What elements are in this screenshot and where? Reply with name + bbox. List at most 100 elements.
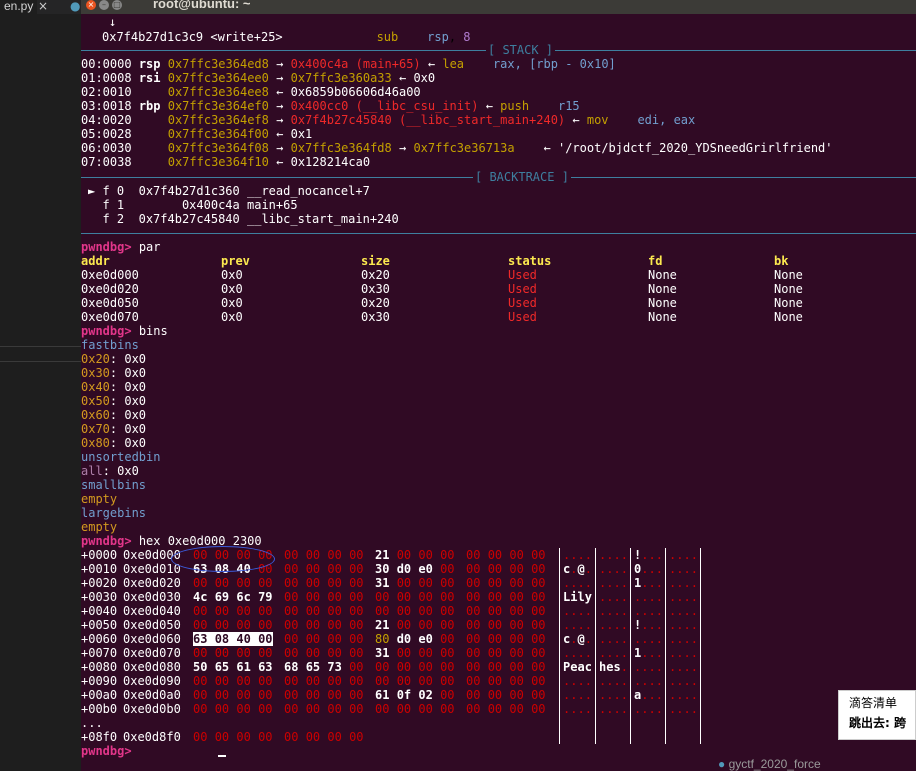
ascii-char: . [613, 590, 621, 604]
ascii-char: . [683, 548, 691, 562]
ascii-char: . [690, 548, 698, 562]
hex-byte: 00 [193, 674, 208, 688]
stack-register [139, 127, 161, 141]
hex-byte: 00 [284, 548, 299, 562]
hex-byte: 50 [193, 660, 208, 674]
hex-space [251, 688, 258, 702]
hex-byte: 00 [487, 576, 503, 590]
hex-space [524, 548, 531, 562]
hex-offset: +08f0 [81, 730, 118, 744]
fastbin-size: 0x60 [81, 408, 110, 422]
prompt: pwndbg> [81, 744, 132, 758]
terminal-window[interactable]: × – □ root@ubuntu: ~ ↓ 0x7f4b27d1c3c9 <w… [81, 0, 916, 771]
backtrace-marker: ► [88, 184, 96, 198]
close-icon[interactable]: × [38, 0, 48, 12]
editor-tab[interactable]: en.py [0, 0, 38, 14]
hex-byte: 00 [531, 702, 546, 716]
hex-offset: +0030 [81, 590, 118, 604]
par-row: 0xe0d000 0x0 0x20 Used None None [81, 268, 916, 282]
stack-value: 0x400cc0 [290, 99, 349, 113]
prompt-line-current[interactable]: pwndbg> [81, 744, 132, 758]
hex-byte: 00 [375, 702, 390, 716]
window-titlebar[interactable]: × – □ root@ubuntu: ~ [81, 0, 916, 14]
hex-byte: 00 [466, 702, 481, 716]
statusbar-filename: ● gyctf_2020_force [718, 757, 821, 771]
hex-byte: 00 [509, 688, 524, 702]
hex-group: 00 00 00 00 [375, 660, 455, 674]
stack-row: 07:0038 0x7ffc3e364f10 ← 0x128214ca0 [81, 155, 370, 169]
ascii-char: . [584, 646, 592, 660]
hex-offset: +0040 [81, 604, 118, 618]
hex-space [433, 548, 440, 562]
stack-row: 00:0000 rsp 0x7ffc3e364ed8 → 0x400c4a (m… [81, 57, 616, 71]
disasm-op2: 8 [463, 30, 471, 44]
ascii-char: . [648, 576, 656, 590]
ascii-char: . [620, 562, 628, 576]
par-column-header: addr [81, 254, 110, 268]
ascii-group: .... [563, 576, 592, 590]
hex-byte: 00 [487, 562, 503, 576]
ascii-char: . [683, 688, 691, 702]
hex-byte: 00 [305, 688, 321, 702]
ascii-group: 1... [634, 576, 663, 590]
ascii-char: . [683, 562, 691, 576]
hex-group: 00 00 00 00 [193, 702, 273, 716]
hex-byte: 65 [214, 660, 230, 674]
hex-byte: 00 [327, 548, 342, 562]
stack-offset: 04:0020 [81, 113, 132, 127]
hex-byte: 00 [509, 604, 524, 618]
hex-byte: 00 [440, 618, 455, 632]
hex-byte: e0 [418, 562, 433, 576]
hex-address: 0xe0d0b0 [123, 702, 181, 716]
hex-space [251, 660, 258, 674]
hex-space [433, 576, 440, 590]
hex-group: 63 08 40 00 [193, 632, 273, 646]
hex-byte: 00 [305, 576, 321, 590]
maximize-window-icon[interactable]: □ [112, 0, 122, 10]
par-cell: Used [508, 310, 537, 324]
all-value: 0x0 [117, 464, 139, 478]
close-window-icon[interactable]: × [86, 0, 96, 10]
hex-byte: 00 [531, 618, 546, 632]
hex-byte: 00 [396, 702, 412, 716]
hex-byte: 00 [487, 604, 503, 618]
ascii-char: . [655, 618, 663, 632]
hex-space [251, 618, 258, 632]
hex-space [342, 632, 349, 646]
stack-register [139, 155, 161, 169]
hex-byte: 00 [258, 604, 273, 618]
hex-byte: 00 [466, 674, 481, 688]
hex-group: 00 00 00 00 [466, 660, 546, 674]
hex-byte: 00 [193, 618, 208, 632]
fastbin-size: 0x50 [81, 394, 110, 408]
python-file-icon: ● [718, 757, 729, 771]
ascii-group: .... [563, 548, 592, 562]
hex-byte: 00 [509, 562, 524, 576]
ascii-group: .... [599, 646, 628, 660]
ascii-group: .... [669, 548, 698, 562]
hex-space [389, 632, 396, 646]
hex-byte: 00 [236, 674, 251, 688]
hex-byte: 00 [418, 590, 433, 604]
hex-byte: 00 [396, 646, 412, 660]
hex-byte: 00 [396, 660, 412, 674]
hexdump-row: +08f0 0xe0d8f0 00 00 00 00 00 00 00 00 [81, 730, 916, 744]
minimize-window-icon[interactable]: – [99, 0, 109, 10]
hex-space [524, 646, 531, 660]
disasm-line: 0x7f4b27d1c3c9 <write+25> sub rsp, 8 [102, 30, 471, 44]
hex-space [298, 646, 305, 660]
hex-byte: 00 [487, 590, 503, 604]
hex-byte: 00 [327, 618, 342, 632]
ascii-group: c.@. [563, 632, 592, 646]
ascii-char: . [584, 576, 592, 590]
hex-space [298, 688, 305, 702]
hex-byte: 00 [349, 632, 364, 646]
all-label: all [81, 464, 103, 478]
editor-background: en.py × ● [0, 0, 81, 771]
hexdump-ascii-border [665, 548, 666, 744]
hex-space [524, 688, 531, 702]
ascii-char: a [577, 660, 585, 674]
python-icon[interactable]: ● [70, 0, 80, 12]
notification-popup[interactable]: 滴答清单 跳出去: 跨 [838, 690, 916, 740]
hex-byte: 00 [466, 688, 481, 702]
